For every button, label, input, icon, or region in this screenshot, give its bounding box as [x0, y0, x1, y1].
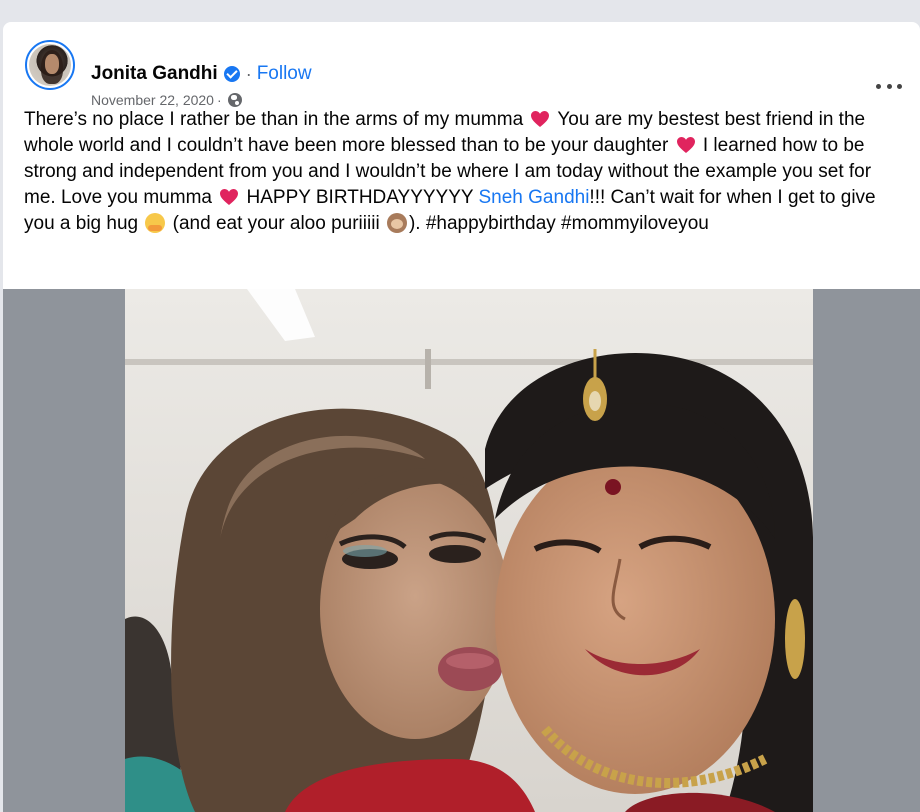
post-date[interactable]: November 22, 2020 — [91, 92, 214, 108]
post-header: Jonita Gandhi · Follow November 22, 2020… — [3, 22, 920, 108]
mention-link[interactable]: Sneh Gandhi — [479, 187, 590, 208]
more-dot-icon — [876, 83, 881, 89]
caption-part-7: ). #happybirthday #mommyiloveyou — [408, 213, 709, 234]
more-options-button[interactable] — [876, 78, 902, 94]
heart-icon — [220, 189, 239, 205]
globe-icon[interactable] — [227, 93, 242, 107]
avatar-face-shape — [45, 54, 59, 74]
separator-dot: · — [245, 63, 252, 84]
heart-icon — [531, 111, 550, 127]
post-media[interactable] — [3, 289, 920, 812]
more-dot-icon — [886, 83, 892, 89]
post-text: There’s no place I rather be than in the… — [24, 107, 904, 237]
verified-badge-icon — [223, 66, 240, 82]
hug-emoji-icon — [145, 213, 166, 233]
caption-part-6: (and eat your aloo puriiiii — [172, 213, 380, 234]
author-name[interactable]: Jonita Gandhi — [91, 63, 218, 85]
post-photo[interactable] — [125, 289, 813, 812]
heart-icon — [676, 137, 695, 153]
caption-part-1: There’s no place I rather be than in the… — [24, 109, 524, 130]
photo-illustration — [125, 289, 813, 812]
caption-part-4: HAPPY BIRTHDAYYYYYY — [246, 187, 474, 208]
more-dot-icon — [897, 83, 902, 89]
author-avatar[interactable] — [25, 40, 75, 90]
monkey-emoji-icon — [386, 213, 407, 233]
follow-button[interactable]: Follow — [257, 63, 312, 85]
author-line: Jonita Gandhi · Follow — [91, 62, 312, 86]
feed-background: Jonita Gandhi · Follow November 22, 2020… — [0, 0, 920, 812]
avatar-image — [29, 44, 71, 86]
post-caption: There’s no place I rather be than in the… — [24, 107, 904, 237]
post-card: Jonita Gandhi · Follow November 22, 2020… — [3, 22, 920, 812]
meta-separator: · — [216, 92, 222, 108]
post-meta: November 22, 2020 · — [91, 92, 242, 108]
